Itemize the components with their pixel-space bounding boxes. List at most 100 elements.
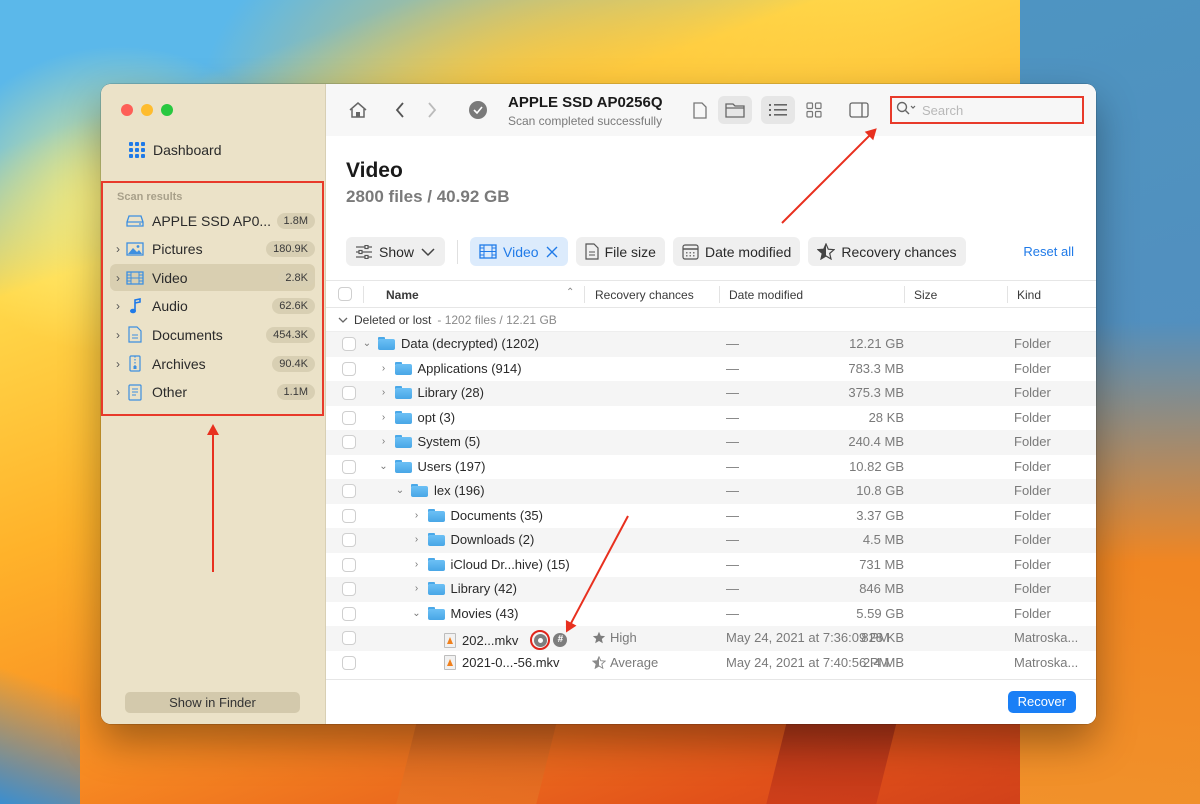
folder-row[interactable]: ⌄ Users (197) — 10.82 GB Folder <box>326 455 1096 480</box>
search-field[interactable] <box>890 96 1084 124</box>
file-size-filter[interactable]: File size <box>575 237 665 266</box>
file-view-icon[interactable] <box>688 97 712 123</box>
chevron-down-icon[interactable]: ⌄ <box>379 461 389 472</box>
date-modified-cell: — <box>726 458 739 474</box>
group-summary: - 1202 files / 12.21 GB <box>437 312 557 327</box>
recovery-chances-filter[interactable]: Recovery chances <box>808 237 966 266</box>
remove-filter-close-icon[interactable] <box>545 245 559 259</box>
column-header-size[interactable]: Size <box>914 288 937 302</box>
row-checkbox[interactable] <box>342 386 356 400</box>
sidebar-item-audio[interactable]: › Audio 62.6K <box>110 293 315 320</box>
chevron-right-icon[interactable]: › <box>110 357 126 371</box>
size-cell: 10.82 GB <box>849 458 904 474</box>
row-checkbox[interactable] <box>342 361 356 376</box>
reset-all-link[interactable]: Reset all <box>1023 244 1074 259</box>
sidebar-item-documents[interactable]: › Documents 454.3K <box>110 321 315 348</box>
film-icon <box>479 244 497 259</box>
close-window-button[interactable] <box>121 104 133 116</box>
calendar-icon <box>682 243 699 260</box>
folder-row[interactable]: › iCloud Dr...hive) (15) — 731 MB Folder <box>326 553 1096 578</box>
chevron-right-icon[interactable]: › <box>110 328 126 342</box>
forward-chevron-icon[interactable] <box>422 98 442 122</box>
folder-row[interactable]: ⌄ Movies (43) — 5.59 GB Folder <box>326 602 1096 627</box>
row-checkbox[interactable] <box>342 557 356 572</box>
preview-eye-icon[interactable] <box>530 630 551 650</box>
chevron-right-icon[interactable]: › <box>110 271 126 285</box>
row-checkbox[interactable] <box>342 435 356 449</box>
chevron-right-icon[interactable]: › <box>379 412 389 423</box>
recover-button[interactable]: Recover <box>1007 691 1076 713</box>
row-checkbox[interactable] <box>342 582 356 596</box>
half-star-icon <box>817 243 836 260</box>
folder-row[interactable]: ⌄ Data (decrypted) (1202) — 12.21 GB Folder <box>326 332 1096 357</box>
row-checkbox[interactable] <box>342 459 356 474</box>
column-divider <box>719 286 720 303</box>
file-name: opt (3) <box>417 409 456 425</box>
folder-row[interactable]: › Library (28) — 375.3 MB Folder <box>326 381 1096 406</box>
hash-info-icon[interactable]: # <box>553 633 568 647</box>
chevron-right-icon[interactable]: › <box>412 583 422 594</box>
select-all-checkbox[interactable] <box>338 287 352 301</box>
file-row[interactable]: 2021-0...-56.mkv Average May 24, 2021 at 7… <box>326 651 1096 676</box>
kind-cell: Folder <box>1014 458 1051 474</box>
file-row[interactable]: 202...mkv # High May 24, 2021 at 7:36:09 PM… <box>326 626 1096 651</box>
sidebar-item-other[interactable]: › Other 1.1M <box>110 379 315 406</box>
chevron-right-icon[interactable]: › <box>379 363 389 374</box>
chevron-down-icon[interactable]: ⌄ <box>395 485 405 496</box>
folder-icon <box>394 361 412 375</box>
sidebar-item-pictures[interactable]: › Pictures 180.9K <box>110 236 315 263</box>
row-checkbox[interactable] <box>342 655 356 670</box>
folder-row[interactable]: ⌄ lex (196) — 10.8 GB Folder <box>326 479 1096 504</box>
sidebar-item-apple-ssd-ap0[interactable]: APPLE SSD AP0... 1.8M <box>110 207 315 234</box>
group-header-deleted-or-lost[interactable]: Deleted or lost - 1202 files / 12.21 GB <box>326 308 1096 332</box>
row-checkbox[interactable] <box>342 606 356 621</box>
zoom-window-button[interactable] <box>161 104 173 116</box>
chevron-right-icon[interactable]: › <box>412 559 422 570</box>
chevron-down-icon[interactable]: ⌄ <box>362 338 372 349</box>
show-in-finder-button[interactable]: Show in Finder <box>125 692 300 713</box>
preview-panel-toggle-icon[interactable] <box>847 98 871 122</box>
home-icon[interactable] <box>346 98 370 122</box>
sidebar-item-dashboard[interactable]: Dashboard <box>129 142 222 158</box>
chevron-right-icon[interactable]: › <box>110 242 126 256</box>
folder-row[interactable]: › Downloads (2) — 4.5 MB Folder <box>326 528 1096 553</box>
show-filter-dropdown[interactable]: Show <box>346 237 446 266</box>
folder-row[interactable]: › Documents (35) — 3.37 GB Folder <box>326 504 1096 529</box>
folder-row[interactable]: › opt (3) — 28 KB Folder <box>326 406 1096 431</box>
chevron-right-icon[interactable]: › <box>379 387 389 398</box>
chevron-right-icon[interactable]: › <box>110 299 126 313</box>
folder-row[interactable]: › Applications (914) — 783.3 MB Folder <box>326 357 1096 382</box>
search-icon[interactable] <box>896 101 918 120</box>
folder-icon <box>394 459 412 473</box>
row-checkbox[interactable] <box>342 631 356 645</box>
kind-cell: Folder <box>1014 605 1051 621</box>
column-header-date-modified[interactable]: Date modified <box>729 288 803 302</box>
chevron-down-icon[interactable]: ⌄ <box>412 608 422 619</box>
chevron-right-icon[interactable]: › <box>379 436 389 447</box>
search-input[interactable] <box>922 102 1072 118</box>
list-view-icon[interactable] <box>761 96 795 124</box>
sidebar-item-archives[interactable]: › Archives 90.4K <box>110 350 315 377</box>
video-filter-chip[interactable]: Video <box>470 237 568 266</box>
column-header-kind[interactable]: Kind <box>1017 288 1041 302</box>
sidebar-item-video[interactable]: › Video 2.8K <box>110 264 315 292</box>
folder-row[interactable]: › System (5) — 240.4 MB Folder <box>326 430 1096 455</box>
row-checkbox[interactable] <box>342 410 356 425</box>
chevron-right-icon[interactable]: › <box>412 510 422 521</box>
row-checkbox[interactable] <box>342 337 356 351</box>
grid-view-icon[interactable] <box>802 98 826 122</box>
dashboard-label: Dashboard <box>153 142 222 158</box>
date-modified-filter[interactable]: Date modified <box>672 237 801 266</box>
column-header-name[interactable]: Name <box>386 288 419 302</box>
back-chevron-icon[interactable] <box>390 98 410 122</box>
mkv-video-file-icon <box>444 632 456 648</box>
folder-view-icon[interactable] <box>718 96 752 124</box>
minimize-window-button[interactable] <box>141 104 153 116</box>
row-checkbox[interactable] <box>342 533 356 547</box>
chevron-right-icon[interactable]: › <box>110 385 126 399</box>
column-header-recovery-chances[interactable]: Recovery chances <box>595 288 694 302</box>
row-checkbox[interactable] <box>342 508 356 523</box>
row-checkbox[interactable] <box>342 484 356 498</box>
folder-row[interactable]: › Library (42) — 846 MB Folder <box>326 577 1096 602</box>
chevron-right-icon[interactable]: › <box>412 534 422 545</box>
